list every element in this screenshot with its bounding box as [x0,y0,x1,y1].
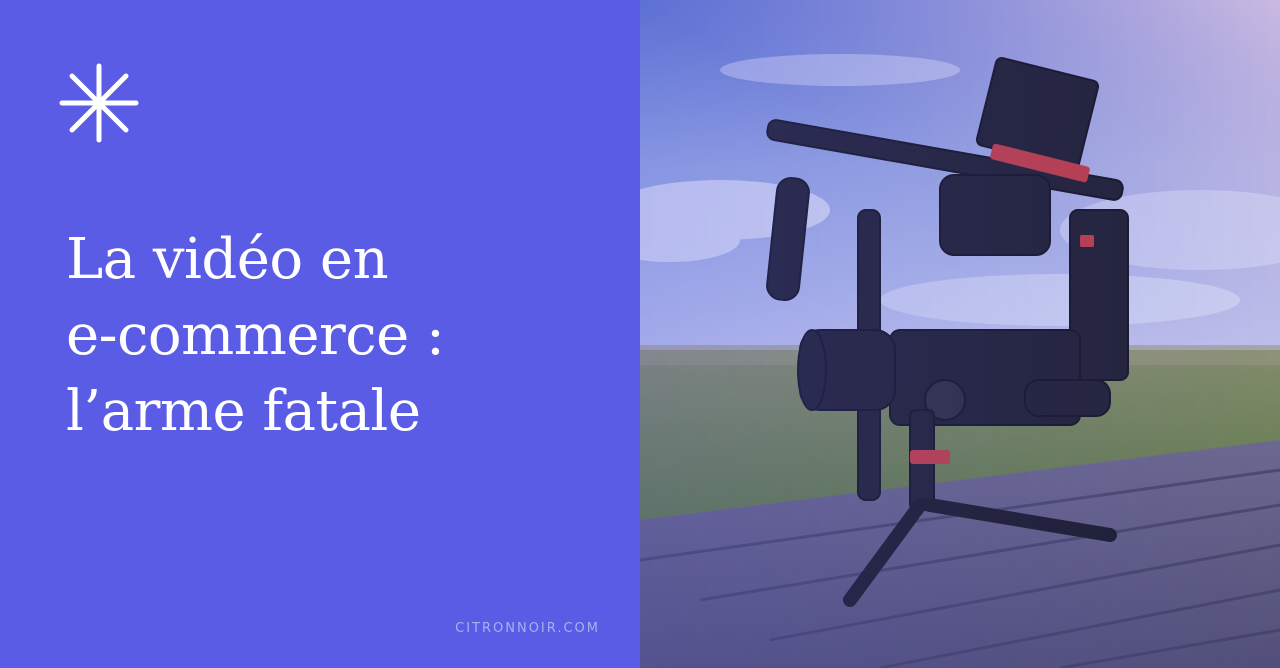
page-title: La vidéo en e-commerce : l’arme fatale [66,222,606,450]
title-line-1: La vidéo en [66,227,389,292]
hero-banner: La vidéo en e-commerce : l’arme fatale C… [0,0,1280,668]
site-label: CITRONNOIR.COM [455,621,600,636]
asterisk-icon [59,63,139,143]
title-line-2: e-commerce : [66,303,445,368]
gimbal-photo-illustration [640,0,1280,668]
hero-photo [640,0,1280,668]
title-line-3: l’arme fatale [66,379,421,444]
text-panel: La vidéo en e-commerce : l’arme fatale C… [0,0,640,668]
